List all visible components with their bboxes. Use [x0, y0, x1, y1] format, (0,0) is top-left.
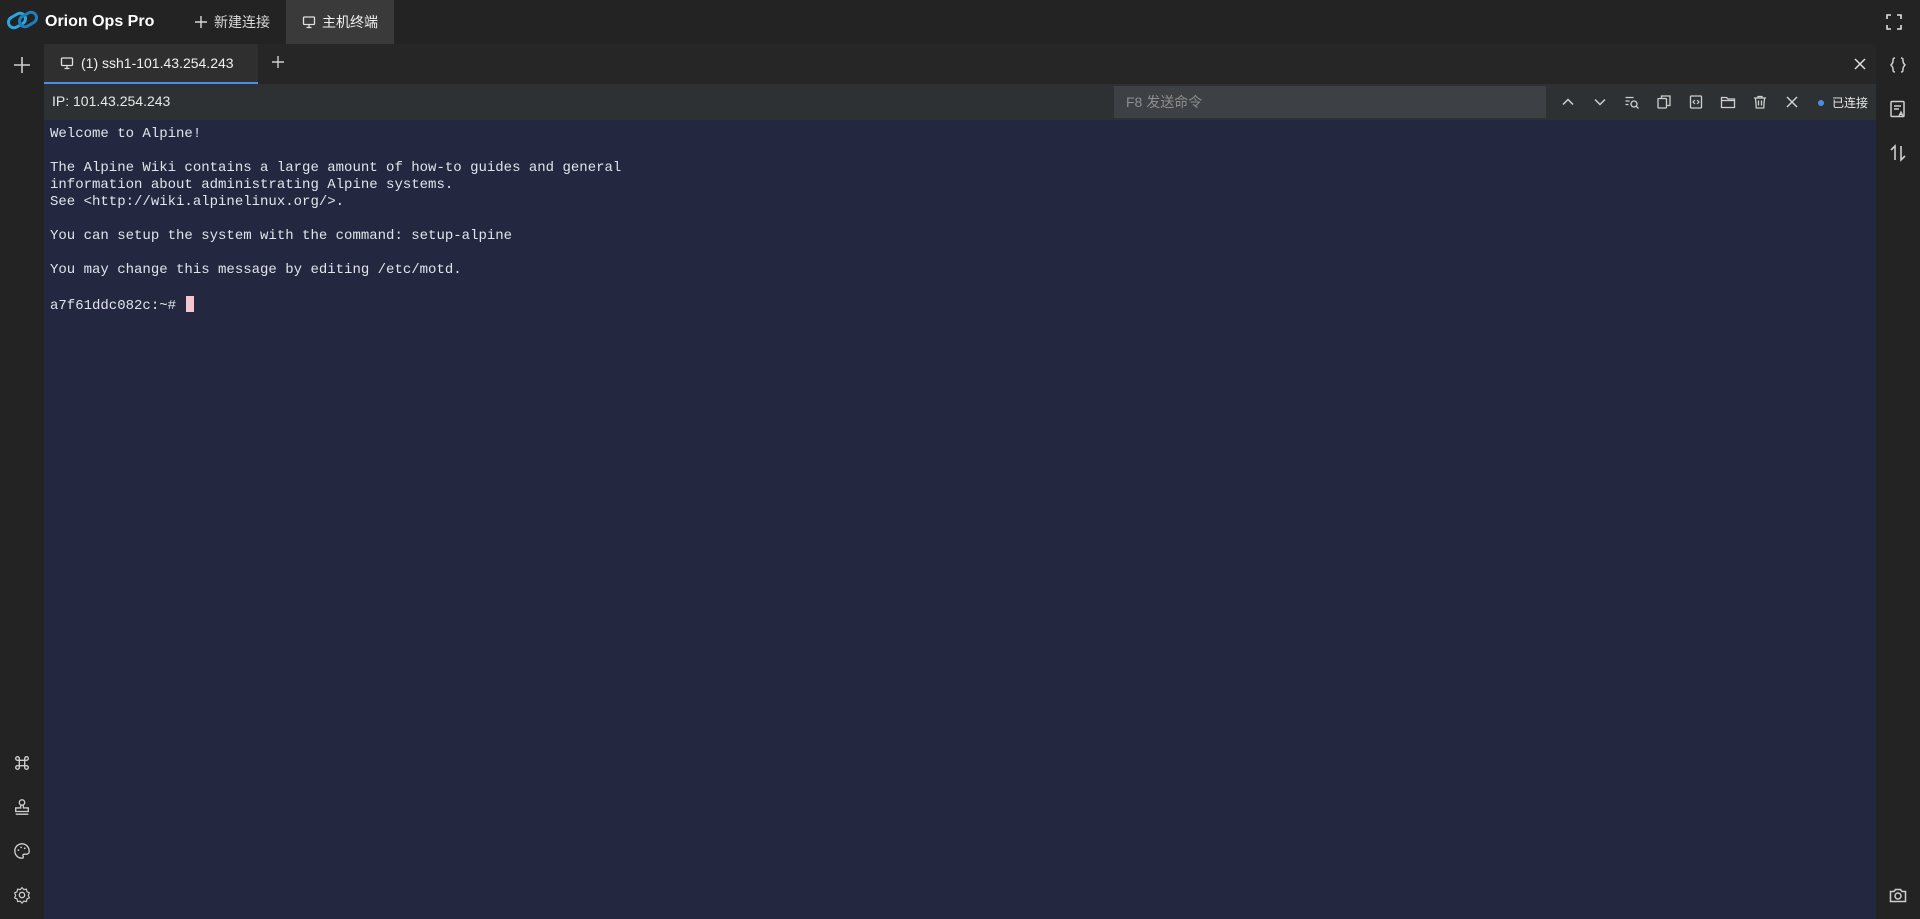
command-input[interactable]: [1114, 86, 1546, 118]
terminal-line: The Alpine Wiki contains a large amount …: [50, 160, 622, 176]
terminal-toolbar: IP: 101.43.254.243 已连接: [44, 84, 1876, 120]
stamp-icon[interactable]: [10, 795, 34, 819]
terminal-line: information about administrating Alpine …: [50, 177, 454, 193]
palette-icon[interactable]: [10, 839, 34, 863]
terminal-output[interactable]: Welcome to Alpine! The Alpine Wiki conta…: [44, 120, 1876, 919]
tab-host-terminal[interactable]: 主机终端: [286, 0, 394, 44]
terminal-line: Welcome to Alpine!: [50, 126, 202, 142]
monitor-icon: [60, 56, 74, 70]
chevron-up-icon[interactable]: [1558, 92, 1578, 112]
logo-icon: [6, 9, 40, 36]
close-icon[interactable]: [1850, 54, 1870, 74]
shell-prompt: a7f61ddc082c:~#: [50, 298, 185, 314]
terminal-tab-label: (1) ssh1-101.43.254.243: [81, 55, 234, 71]
main-area: (1) ssh1-101.43.254.243 IP: 101.43.254.2…: [44, 44, 1876, 919]
app-name: Orion Ops Pro: [45, 13, 155, 30]
plus-icon: [271, 55, 285, 74]
camera-icon[interactable]: [1886, 883, 1910, 907]
ip-label: IP: 101.43.254.243: [52, 93, 171, 109]
right-sidebar: [1876, 44, 1920, 919]
brand: Orion Ops Pro: [0, 0, 178, 44]
terminal-cursor: [186, 296, 195, 312]
delete-icon[interactable]: [1750, 92, 1770, 112]
monitor-icon: [302, 15, 316, 29]
tab-new-connection[interactable]: 新建连接: [178, 0, 286, 44]
status-dot: [1817, 99, 1824, 106]
terminal-tabs: (1) ssh1-101.43.254.243: [44, 44, 1876, 84]
command-icon[interactable]: [10, 751, 34, 775]
connection-status: 已连接: [1817, 94, 1868, 111]
terminal-prompt-line: a7f61ddc082c:~#: [50, 296, 1870, 314]
settings-icon[interactable]: [10, 883, 34, 907]
terminal-line: You can setup the system with the comman…: [50, 228, 513, 244]
status-text: 已连接: [1831, 96, 1868, 110]
braces-icon[interactable]: [1886, 53, 1910, 77]
copy-icon[interactable]: [1654, 92, 1674, 112]
terminal-line: See <http://wiki.alpinelinux.org/>.: [50, 194, 345, 210]
transfer-icon[interactable]: [1886, 141, 1910, 165]
disconnect-icon[interactable]: [1782, 92, 1802, 112]
script-icon[interactable]: [1886, 97, 1910, 121]
plus-icon[interactable]: [10, 53, 34, 77]
tab-label: 新建连接: [214, 14, 270, 30]
terminal-line: You may change this message by editing /…: [50, 262, 462, 278]
left-sidebar: [0, 44, 44, 919]
chevron-down-icon[interactable]: [1590, 92, 1610, 112]
paste-icon[interactable]: [1686, 92, 1706, 112]
terminal-tab[interactable]: (1) ssh1-101.43.254.243: [44, 44, 258, 84]
plus-icon: [194, 15, 208, 29]
fullscreen-icon[interactable]: [1884, 12, 1904, 32]
top-bar: Orion Ops Pro 新建连接 主机终端: [0, 0, 1920, 44]
tab-label: 主机终端: [322, 14, 378, 30]
search-icon[interactable]: [1622, 92, 1642, 112]
folder-icon[interactable]: [1718, 92, 1738, 112]
add-tab-button[interactable]: [258, 44, 298, 84]
